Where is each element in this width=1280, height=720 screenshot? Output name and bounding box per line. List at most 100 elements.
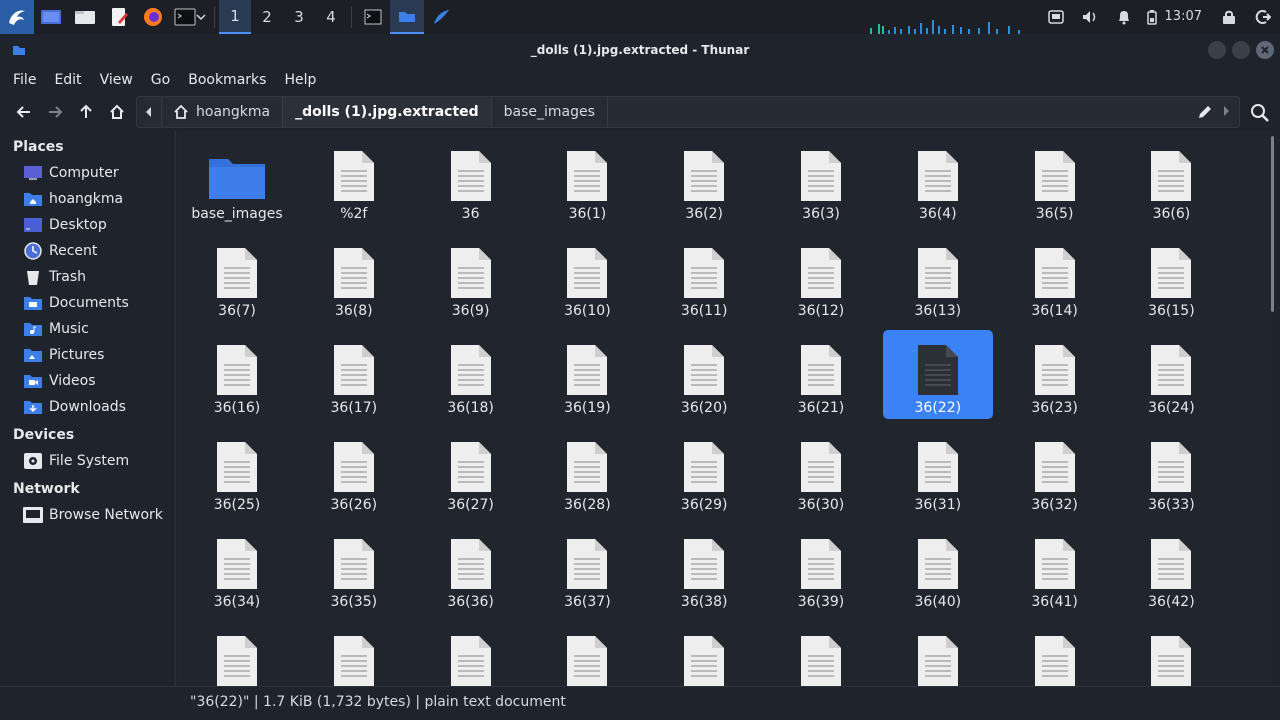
file-item[interactable]: 36(3) (766, 136, 876, 225)
search-button[interactable] (1250, 103, 1270, 127)
file-item[interactable]: 36(19) (532, 330, 642, 419)
edit-location-icon[interactable] (1197, 104, 1213, 120)
file-item[interactable]: 36(12) (766, 233, 876, 322)
close-button[interactable] (1256, 41, 1274, 59)
file-item[interactable]: 36(38) (649, 524, 759, 613)
crumb-base-images[interactable]: base_images (492, 97, 608, 127)
file-item[interactable]: 36(36) (416, 524, 526, 613)
sidebar-item-downloads[interactable]: Downloads (0, 394, 175, 420)
file-item[interactable]: 36(14) (1000, 233, 1110, 322)
file-item[interactable]: 36(5) (1000, 136, 1110, 225)
clock[interactable]: 13:07 (1163, 9, 1212, 24)
menu-edit[interactable]: Edit (45, 72, 90, 88)
task-app[interactable] (424, 0, 458, 34)
maximize-button[interactable] (1232, 41, 1250, 59)
file-item[interactable] (416, 621, 526, 686)
file-item[interactable]: 36(29) (649, 427, 759, 516)
file-item[interactable]: 36(22) (882, 330, 993, 419)
file-item[interactable]: 36(42) (1116, 524, 1226, 613)
file-item[interactable]: 36(2) (649, 136, 759, 225)
text-editor-launcher[interactable] (102, 0, 136, 34)
file-item[interactable] (883, 621, 993, 686)
crumb-home[interactable]: hoangkma (162, 97, 284, 127)
sidebar-item-documents[interactable]: Documents (0, 290, 175, 316)
file-item[interactable]: 36(41) (1000, 524, 1110, 613)
scrollbar[interactable] (1271, 136, 1274, 312)
file-item[interactable]: %2f (299, 136, 409, 225)
file-item[interactable]: 36(13) (883, 233, 993, 322)
menu-view[interactable]: View (91, 72, 142, 88)
file-item[interactable]: 36(26) (299, 427, 409, 516)
sidebar-item-desktop[interactable]: Desktop (0, 212, 175, 238)
file-grid[interactable]: base_images %2f 36 36(1) 36(2) 36(3) 36(4) 36(5… (177, 130, 1272, 686)
file-item[interactable]: 36(1) (532, 136, 642, 225)
file-item[interactable]: 36(20) (649, 330, 759, 419)
menu-help[interactable]: Help (275, 72, 325, 88)
file-item[interactable]: 36(34) (182, 524, 292, 613)
file-item[interactable]: 36(35) (299, 524, 409, 613)
file-item[interactable]: 36(24) (1116, 330, 1226, 419)
file-item[interactable]: 36(37) (532, 524, 642, 613)
file-item[interactable]: 36(11) (649, 233, 759, 322)
file-item[interactable]: 36(18) (416, 330, 526, 419)
volume-tray[interactable] (1073, 0, 1107, 34)
file-item[interactable]: 36(25) (182, 427, 292, 516)
sidebar-item-computer[interactable]: Computer (0, 160, 175, 186)
file-item[interactable] (299, 621, 409, 686)
crumb-current[interactable]: _dolls (1).jpg.extracted (283, 97, 492, 127)
sidebar-item-hoangkma[interactable]: hoangkma (0, 186, 175, 212)
file-item[interactable]: 36(6) (1116, 136, 1226, 225)
parent-folder-button[interactable] (70, 95, 101, 129)
logout-button[interactable] (1246, 0, 1280, 34)
file-item[interactable]: 36(17) (299, 330, 409, 419)
workspace-2[interactable]: 2 (251, 0, 283, 34)
file-item[interactable]: 36(10) (532, 233, 642, 322)
sidebar-item-recent[interactable]: Recent (0, 238, 175, 264)
sidebar-item-videos[interactable]: Videos (0, 368, 175, 394)
file-item[interactable]: 36(9) (416, 233, 526, 322)
menu-file[interactable]: File (4, 72, 45, 88)
sidebar-item-browse-network[interactable]: Browse Network (0, 502, 175, 528)
file-item[interactable]: 36(27) (416, 427, 526, 516)
folder-item[interactable]: base_images (182, 136, 292, 225)
file-item[interactable]: 36(39) (766, 524, 876, 613)
file-item[interactable]: 36(30) (766, 427, 876, 516)
file-item[interactable]: 36(7) (182, 233, 292, 322)
file-item[interactable] (649, 621, 759, 686)
back-button[interactable] (8, 95, 39, 129)
file-item[interactable] (182, 621, 292, 686)
network-tray[interactable] (1039, 0, 1073, 34)
sidebar-item-pictures[interactable]: Pictures (0, 342, 175, 368)
forward-button[interactable] (39, 95, 70, 129)
firefox-launcher[interactable] (136, 0, 170, 34)
notifications-tray[interactable] (1107, 0, 1141, 34)
task-thunar[interactable] (390, 0, 424, 34)
lock-screen-button[interactable] (1212, 0, 1246, 34)
show-desktop-button[interactable] (34, 0, 68, 34)
file-item[interactable]: 36(16) (182, 330, 292, 419)
file-item[interactable]: 36 (416, 136, 526, 225)
file-item[interactable] (766, 621, 876, 686)
task-terminal[interactable] (356, 0, 390, 34)
file-item[interactable]: 36(4) (883, 136, 993, 225)
path-scroll-right[interactable] (1222, 103, 1230, 122)
file-item[interactable]: 36(31) (883, 427, 993, 516)
minimize-button[interactable] (1208, 41, 1226, 59)
workspace-3[interactable]: 3 (283, 0, 315, 34)
workspace-1[interactable]: 1 (219, 0, 251, 34)
path-scroll-left[interactable] (137, 97, 162, 127)
app-menu-button[interactable] (0, 0, 34, 34)
home-button[interactable] (101, 95, 132, 129)
file-item[interactable]: 36(28) (532, 427, 642, 516)
file-item[interactable]: 36(8) (299, 233, 409, 322)
sidebar-item-music[interactable]: Music (0, 316, 175, 342)
file-manager-launcher[interactable] (68, 0, 102, 34)
workspace-4[interactable]: 4 (315, 0, 347, 34)
file-item[interactable]: 36(40) (883, 524, 993, 613)
terminal-launcher[interactable] (170, 0, 210, 34)
sidebar-item-trash[interactable]: Trash (0, 264, 175, 290)
file-item[interactable] (1116, 621, 1226, 686)
file-item[interactable]: 36(23) (1000, 330, 1110, 419)
file-item[interactable]: 36(21) (766, 330, 876, 419)
file-item[interactable]: 36(15) (1116, 233, 1226, 322)
